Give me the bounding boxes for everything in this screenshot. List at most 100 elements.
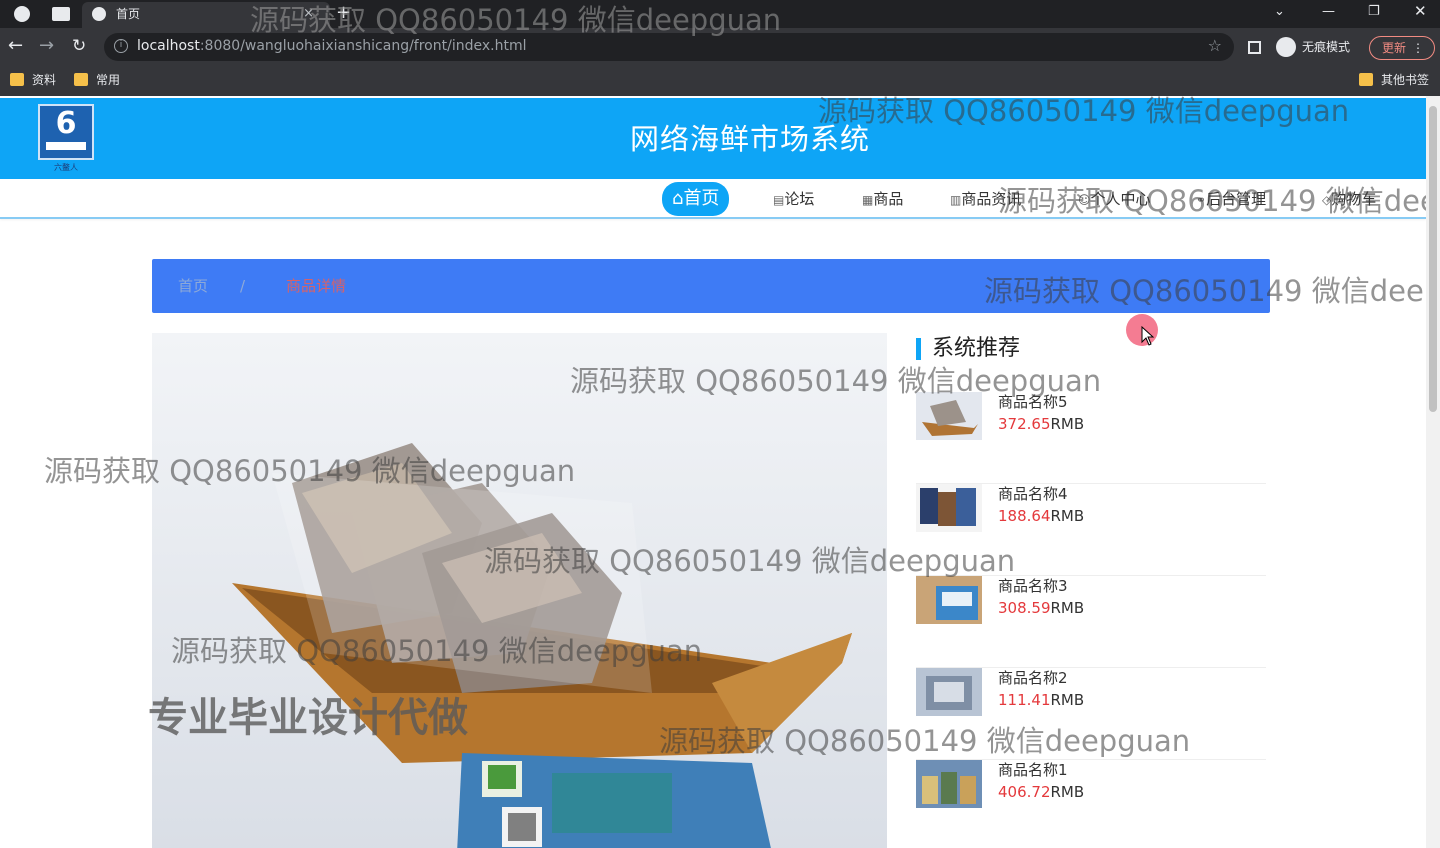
link-icon: ⚭ [1196,193,1207,207]
breadcrumb-home[interactable]: 首页 [178,277,208,295]
recommend-item[interactable]: 商品名称3 308.59RMB [916,576,1266,668]
product-name[interactable]: 商品名称1 [998,760,1068,780]
breadcrumb: 首页 / 商品详情 [152,259,1270,313]
nav-label: 购物车 [1331,190,1377,208]
bookmark-folder-changyong[interactable]: 常用 [74,72,120,88]
browser-tab[interactable]: 首页 × [82,2,330,28]
product-price: 308.59RMB [998,598,1084,618]
nav-user-center[interactable]: ☺个人中心 [1078,184,1151,214]
promo-overlay-text: 专业毕业设计代做 [148,695,468,741]
nav-home[interactable]: ⌂首页 [662,182,730,216]
cart-icon: ◇ [1322,193,1332,207]
price-value: 111.41 [998,691,1051,709]
home-icon: ⌂ [672,188,684,209]
restore-icon[interactable]: ❐ [1368,4,1380,19]
currency: RMB [1050,507,1085,525]
recommend-title-text: 系统推荐 [932,336,1021,361]
currency: RMB [1050,599,1085,617]
recommend-title: 系统推荐 [916,336,1020,362]
recommend-item[interactable]: 商品名称2 111.41RMB [916,668,1266,760]
update-label: 更新 [1382,41,1407,55]
nav-label: 商品资讯 [961,190,1022,208]
thumb-box [916,576,982,624]
forum-icon: ▤ [773,193,785,207]
nav-products[interactable]: ▦商品 [862,184,903,214]
other-bookmarks[interactable]: 其他书签 [1359,72,1429,88]
price-value: 406.72 [998,783,1051,801]
incognito-label: 无痕模式 [1302,40,1351,54]
site-title: 网络海鲜市场系统 [629,122,870,156]
tab-search-icon[interactable] [52,7,70,21]
mouse-cursor-icon [1141,326,1155,346]
incognito-icon [1276,37,1296,57]
reload-icon[interactable]: ↻ [72,36,86,56]
nav-cart[interactable]: ◇购物车 [1322,184,1376,214]
product-thumbnail[interactable] [916,484,982,532]
incognito-indicator[interactable]: 无痕模式 [1276,36,1350,58]
product-name[interactable]: 商品名称4 [998,484,1068,504]
new-tab-button[interactable]: + [336,2,351,24]
nav-label: 后台管理 [1206,190,1267,208]
nav-admin[interactable]: ⚭后台管理 [1196,184,1266,214]
currency: RMB [1050,783,1085,801]
browser-menu-icon[interactable] [14,6,30,22]
thumb-jars [916,760,982,808]
update-button[interactable]: 更新 ⋮ [1369,36,1435,60]
currency: RMB [1050,415,1085,433]
product-name[interactable]: 商品名称3 [998,576,1068,596]
folder-icon [74,73,88,86]
nav-news[interactable]: ▥商品资讯 [950,184,1021,214]
currency: RMB [1050,691,1085,709]
bookmark-star-icon[interactable]: ☆ [1208,36,1222,55]
product-name[interactable]: 商品名称2 [998,668,1068,688]
tab-title: 首页 [116,7,141,21]
recommend-item[interactable]: 商品名称4 188.64RMB [916,484,1266,576]
other-bookmarks-label: 其他书签 [1381,73,1430,87]
address-toolbar: ← → ↻ i localhost:8080/wangluohaixianshi… [0,28,1440,66]
product-price: 188.64RMB [998,506,1084,526]
back-icon[interactable]: ← [8,36,23,56]
user-icon: ☺ [1078,193,1091,207]
product-price: 406.72RMB [998,782,1084,802]
product-name[interactable]: 商品名称5 [998,392,1068,412]
product-thumbnail[interactable] [916,392,982,440]
nav-forum[interactable]: ▤论坛 [773,184,814,214]
news-icon: ▥ [950,193,962,207]
site-info-icon[interactable]: i [114,39,128,53]
product-price: 111.41RMB [998,690,1084,710]
bookmark-folder-ziliao[interactable]: 资料 [10,72,56,88]
breadcrumb-separator: / [240,277,246,295]
recommend-item[interactable]: 商品名称5 372.65RMB [916,392,1266,484]
more-menu-icon[interactable]: ⋮ [1412,37,1424,59]
products-icon: ▦ [862,193,874,207]
scrollbar-thumb[interactable] [1429,106,1437,412]
nav-label: 论坛 [784,190,815,208]
thumb-bag [916,668,982,716]
page-viewport: 6 六鳌人 网络海鲜市场系统 ⌂首页 ▤论坛 ▦商品 ▥商品资讯 ☺个人中心 ⚭… [0,96,1426,848]
forward-icon[interactable]: → [39,36,54,56]
window-close-icon[interactable]: ✕ [1414,2,1427,20]
nav-label: 商品 [873,190,904,208]
minimize-icon[interactable]: — [1322,4,1335,19]
url-text: localhost:8080/wangluohaixianshicang/fro… [137,38,527,54]
tab-list-icon[interactable]: ⌄ [1274,4,1285,19]
logo-subtitle: 六鳌人 [54,163,78,172]
thumb-packs [916,484,982,532]
main-nav: ⌂首页 ▤论坛 ▦商品 ▥商品资讯 ☺个人中心 ⚭后台管理 ◇购物车 [0,179,1426,219]
site-header: 6 六鳌人 网络海鲜市场系统 [0,98,1426,179]
url-bar[interactable]: i localhost:8080/wangluohaixianshicang/f… [104,33,1234,61]
side-panel-icon[interactable] [1248,41,1261,54]
price-value: 372.65 [998,415,1051,433]
browser-titlebar: 首页 × + ⌄ — ❐ ✕ [0,0,1440,28]
nav-label: 首页 [683,188,720,209]
tab-close-icon[interactable]: × [303,2,314,26]
recommend-item[interactable]: 商品名称1 406.72RMB [916,760,1266,848]
product-thumbnail[interactable] [916,760,982,808]
folder-icon [1359,73,1373,86]
breadcrumb-current: 商品详情 [286,277,347,295]
nav-label: 个人中心 [1090,190,1151,208]
product-main-image [152,333,887,848]
product-thumbnail[interactable] [916,576,982,624]
globe-icon [92,7,106,21]
product-thumbnail[interactable] [916,668,982,716]
